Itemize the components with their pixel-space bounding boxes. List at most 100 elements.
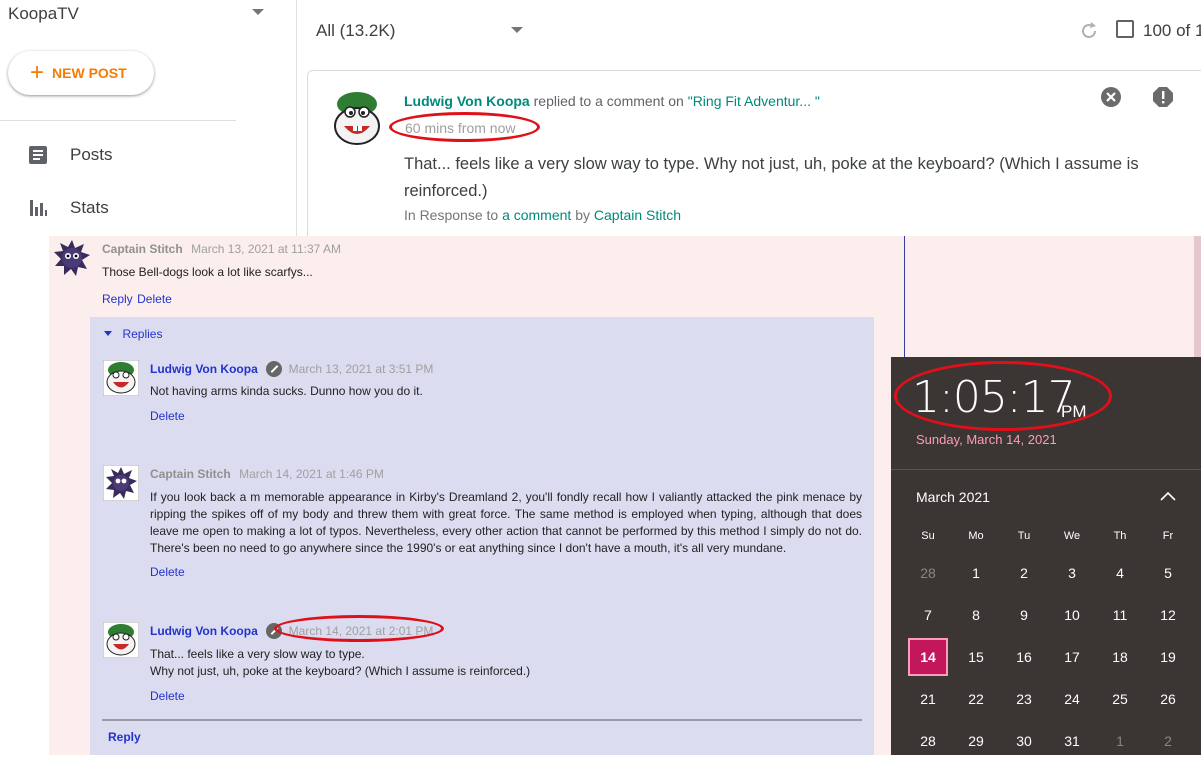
delete-link[interactable]: Delete — [150, 689, 185, 703]
reply-divider — [102, 719, 862, 721]
reply-button[interactable]: Reply — [108, 730, 141, 744]
calendar-day[interactable]: 11 — [1098, 595, 1142, 635]
replies-toggle[interactable]: Replies — [104, 325, 162, 343]
reply-date[interactable]: March 13, 2021 at 3:51 PM — [289, 362, 434, 376]
ludwig-avatar — [103, 622, 139, 658]
posts-icon — [29, 146, 47, 164]
sidebar-item-stats[interactable]: Stats — [28, 198, 109, 218]
calendar-day[interactable]: 2 — [1002, 553, 1046, 593]
calendar-day[interactable]: 26 — [1146, 679, 1190, 719]
calendar-day[interactable]: 28 — [906, 721, 950, 761]
author-pencil-icon — [266, 360, 283, 377]
weekday-header: Th — [1113, 530, 1127, 542]
ludwig-avatar — [103, 360, 139, 396]
blog-title[interactable]: KoopaTV — [8, 4, 79, 24]
reply-date[interactable]: March 14, 2021 at 1:46 PM — [239, 467, 384, 481]
sidebar-vertical-divider — [296, 0, 297, 236]
calendar-day[interactable]: 15 — [954, 637, 998, 677]
calendar-day[interactable]: 24 — [1050, 679, 1094, 719]
sidebar-item-label: Stats — [70, 198, 109, 217]
caret-down-icon — [104, 331, 112, 337]
calendar-day[interactable]: 4 — [1098, 553, 1142, 593]
reply-text: If you look back a m memorable appearanc… — [150, 490, 862, 555]
calendar-day[interactable]: 8 — [954, 595, 998, 635]
calendar-day[interactable]: 1 — [954, 553, 998, 593]
response-comment-link[interactable]: a comment — [502, 207, 571, 223]
parent-comment-header: Captain Stitch March 13, 2021 at 11:37 A… — [102, 240, 341, 258]
remove-icon[interactable] — [1100, 86, 1122, 108]
calendar-day[interactable]: 3 — [1050, 553, 1094, 593]
card-comment-body: That... feels like a very slow way to ty… — [404, 155, 1139, 200]
chevron-down-icon[interactable] — [511, 27, 523, 33]
reply-text-line-2: Why not just, uh, poke at the keyboard? … — [150, 664, 531, 678]
delete-link[interactable]: Delete — [150, 565, 185, 579]
response-author-link[interactable]: Captain Stitch — [594, 207, 681, 223]
new-post-label: NEW POST — [52, 65, 127, 81]
reply-text: Not having arms kinda sucks. Dunno how y… — [150, 384, 423, 398]
chevron-up-icon[interactable] — [1159, 490, 1177, 502]
calendar-day[interactable]: 5 — [1146, 553, 1190, 593]
calendar-day[interactable]: 31 — [1050, 721, 1094, 761]
calendar-day[interactable]: 22 — [954, 679, 998, 719]
weekday-header: Tu — [1017, 530, 1031, 542]
weekday-header: Su — [921, 530, 935, 542]
sidebar-item-label: Posts — [70, 145, 113, 164]
weekday-header: We — [1063, 530, 1081, 542]
calendar-day[interactable]: 29 — [954, 721, 998, 761]
reply-text-line-1: That... feels like a very slow way to ty… — [150, 647, 365, 661]
annotation-ellipse-card-time — [389, 112, 540, 142]
weekday-header: Fr — [1162, 530, 1174, 542]
annotation-ellipse-clock — [894, 361, 1112, 431]
reply-author[interactable]: Captain Stitch — [150, 467, 231, 481]
reply-1-header: Ludwig Von Koopa March 13, 2021 at 3:51 … — [150, 360, 433, 378]
parent-comment-text: Those Bell-dogs look a lot like scarfys.… — [102, 265, 313, 279]
ludwig-avatar — [326, 88, 388, 150]
refresh-icon[interactable] — [1079, 21, 1099, 41]
new-post-button[interactable]: + NEW POST — [8, 51, 154, 95]
weekday-header: Mo — [968, 530, 984, 542]
calendar-day[interactable]: 10 — [1050, 595, 1094, 635]
calendar-day[interactable]: 18 — [1098, 637, 1142, 677]
calendar-day[interactable]: 17 — [1050, 637, 1094, 677]
sidebar-divider — [0, 120, 236, 121]
delete-link[interactable]: Delete — [137, 292, 172, 306]
spam-report-icon[interactable] — [1152, 86, 1174, 108]
plus-icon: + — [30, 59, 45, 86]
delete-link[interactable]: Delete — [150, 409, 185, 423]
calendar-day[interactable]: 2 — [1146, 721, 1190, 761]
calendar-day[interactable]: 7 — [906, 595, 950, 635]
reply-author[interactable]: Ludwig Von Koopa — [150, 362, 258, 376]
card-author-link[interactable]: Ludwig Von Koopa — [404, 93, 530, 109]
reply-link[interactable]: Reply — [102, 292, 133, 306]
blog-dropdown-arrow-icon[interactable] — [252, 9, 264, 15]
calendar-day[interactable]: 23 — [1002, 679, 1046, 719]
calendar-day[interactable]: 12 — [1146, 595, 1190, 635]
card-post-link[interactable]: "Ring Fit Adventur... " — [688, 93, 820, 109]
calendar-day[interactable]: 30 — [1002, 721, 1046, 761]
panel-divider-line — [904, 236, 905, 358]
calendar-day[interactable]: 19 — [1146, 637, 1190, 677]
stats-icon — [30, 200, 47, 216]
page-count: 100 of 1 — [1143, 21, 1201, 40]
reply-author[interactable]: Ludwig Von Koopa — [150, 624, 258, 638]
card-action-text: replied to a comment on — [533, 93, 684, 109]
select-all-checkbox[interactable] — [1116, 20, 1134, 38]
calendar-month-label[interactable]: March 2021 — [916, 489, 990, 505]
sidebar-item-posts[interactable]: Posts — [28, 145, 113, 165]
calendar-day[interactable]: 21 — [906, 679, 950, 719]
reply-2-header: Captain Stitch March 14, 2021 at 1:46 PM — [150, 465, 384, 483]
parent-comment-date[interactable]: March 13, 2021 at 11:37 AM — [191, 242, 341, 256]
annotation-ellipse-reply-date — [274, 615, 444, 642]
clock-date[interactable]: Sunday, March 14, 2021 — [916, 432, 1057, 447]
calendar-day[interactable]: 25 — [1098, 679, 1142, 719]
response-prefix: In Response to — [404, 207, 499, 223]
calendar-day[interactable]: 1 — [1098, 721, 1142, 761]
calendar-day[interactable]: 28 — [906, 553, 950, 593]
parent-comment-author[interactable]: Captain Stitch — [102, 242, 183, 256]
calendar-day[interactable]: 9 — [1002, 595, 1046, 635]
comment-filter-select[interactable]: All (13.2K) — [316, 21, 395, 41]
calendar-day[interactable]: 16 — [1002, 637, 1046, 677]
calendar-day-today[interactable]: 14 — [908, 638, 948, 676]
calendar-divider — [891, 469, 1201, 470]
panel-right-edge — [1194, 236, 1201, 358]
